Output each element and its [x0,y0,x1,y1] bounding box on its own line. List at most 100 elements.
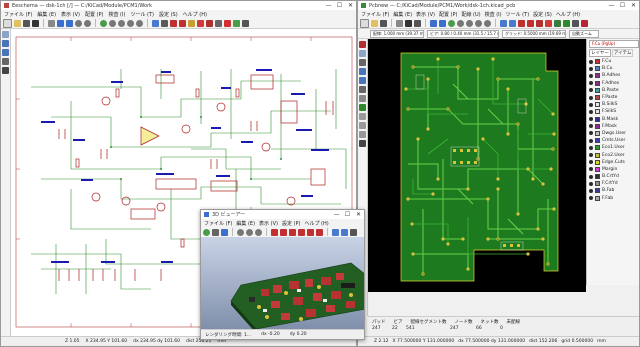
layer-color-swatch[interactable] [595,159,600,165]
layer-color-swatch[interactable] [595,181,600,187]
save-icon[interactable] [380,19,387,27]
drc-off-icon[interactable] [359,41,366,48]
minimize-icon[interactable]: — [606,1,617,10]
raytrace-icon[interactable] [221,228,228,236]
layer-row[interactable]: B.Cu [587,65,639,72]
layer-color-swatch[interactable] [595,138,600,144]
menu-settings[interactable]: 設定 (S) [533,11,552,18]
rotate-y-icon[interactable] [289,228,296,236]
drc-icon[interactable] [545,19,552,27]
close-icon[interactable]: ✕ [353,210,364,219]
layer-color-swatch[interactable] [595,80,600,86]
visibility-icon[interactable] [589,188,593,193]
visibility-icon[interactable] [589,196,593,201]
pcb-canvas[interactable] [368,39,586,292]
units-inch-icon[interactable] [2,40,9,47]
zoom-in-icon[interactable] [237,228,244,236]
reload-icon[interactable] [203,228,210,236]
library-browser-icon[interactable] [179,19,186,27]
netlist-icon[interactable] [206,19,213,27]
layer-color-swatch[interactable] [595,102,600,108]
layer-row[interactable]: B.Paste [587,87,639,94]
find-replace-icon[interactable] [84,19,91,27]
menu-tools[interactable]: ツール (T) [130,11,154,18]
layer-color-swatch[interactable] [595,87,600,93]
menu-inspect[interactable]: 検査 (I) [108,11,125,18]
assign-footprints-icon[interactable] [215,19,222,27]
layer-row[interactable]: F.Mask [587,123,639,130]
menu-file[interactable]: ファイル (F) [204,220,232,227]
open-icon[interactable] [371,19,378,27]
footprint-editor-icon[interactable] [518,19,525,27]
new-board-icon[interactable] [360,18,369,28]
layer-color-swatch[interactable] [595,195,600,201]
layer-row[interactable]: F.SilkS [587,108,639,115]
zoom-out-icon[interactable] [118,19,125,27]
layer-color-swatch[interactable] [595,66,600,72]
redo-icon[interactable] [66,19,73,27]
zoom-in-icon[interactable] [457,19,464,27]
layer-row[interactable]: F.Paste [587,94,639,101]
menu-view[interactable]: 表示 (V) [259,220,278,227]
menu-help[interactable]: ヘルプ (H) [304,220,328,227]
layer-row[interactable]: F.Adhes [587,80,639,87]
refresh-icon[interactable] [448,19,455,27]
layer-row[interactable]: Eco1.User [587,144,639,151]
layer-color-swatch[interactable] [595,152,600,158]
layer-color-swatch[interactable] [595,73,600,79]
layer-row[interactable]: F.CrtYd [587,180,639,187]
close-icon[interactable]: ✕ [628,1,639,10]
menu-view[interactable]: 表示 (V) [416,11,435,18]
zoom-out-icon[interactable] [466,19,473,27]
visibility-icon[interactable] [589,73,593,78]
visibility-icon[interactable] [589,160,593,165]
menu-edit[interactable]: 編集 (E) [393,11,412,18]
open-icon[interactable] [14,19,21,27]
visibility-icon[interactable] [589,181,593,186]
layer-color-swatch[interactable] [595,116,600,122]
layer-color-swatch[interactable] [595,174,600,180]
grid-icon[interactable] [359,50,366,57]
flip-icon[interactable] [509,19,516,27]
grid-icon[interactable] [2,31,9,38]
page-settings-icon[interactable] [396,19,403,27]
hidden-pins-icon[interactable] [2,67,9,74]
autoroute-icon[interactable] [563,19,570,27]
menu-settings[interactable]: 設定 (P) [282,220,301,227]
menu-tools[interactable]: ツール (T) [506,11,530,18]
close-icon[interactable]: ✕ [345,1,356,10]
track-width-select[interactable]: 配線: 1.000 mm (39.37 mils) [370,29,424,38]
active-layer-select[interactable]: F.Cu (PgUp) [589,40,639,48]
zone-fill-icon[interactable] [359,104,366,111]
polar-coords-icon[interactable] [359,59,366,66]
maximize-icon[interactable]: ☐ [617,1,628,10]
via-size-select[interactable]: ビア: 0.80 / 0.40 mm (31.5 / 15.7 mils) [427,29,499,38]
up-sheet-icon[interactable] [161,19,168,27]
visibility-icon[interactable] [589,145,593,150]
menu-settings[interactable]: 設定 (S) [159,11,178,18]
cursor-shape-icon[interactable] [359,86,366,93]
tab-layers[interactable]: レイヤー [589,49,611,57]
layer-row[interactable]: B.CrtYd [587,173,639,180]
visibility-icon[interactable] [589,102,593,107]
layer-row[interactable]: Cmts.User [587,137,639,144]
bom-icon[interactable] [224,19,231,27]
visibility-icon[interactable] [589,95,593,100]
minimize-icon[interactable]: — [323,1,334,10]
menu-place[interactable]: 配置 (P) [85,11,104,18]
netlist-icon[interactable] [536,19,543,27]
print-icon[interactable] [32,19,39,27]
layer-color-swatch[interactable] [595,166,600,172]
visibility-icon[interactable] [589,153,593,158]
zoom-selection-icon[interactable] [484,19,491,27]
cursor-shape-icon[interactable] [2,58,9,65]
footprint-browser-icon[interactable] [527,19,534,27]
print-icon[interactable] [405,19,412,27]
units-mm-icon[interactable] [359,77,366,84]
zoom-fit-icon[interactable] [127,19,134,27]
visibility-icon[interactable] [589,174,593,179]
layer-color-swatch[interactable] [595,130,600,136]
layer-row[interactable]: B.Mask [587,116,639,123]
pad-sketch-icon[interactable] [359,113,366,120]
zoom-select[interactable]: 自動ズーム [569,29,599,38]
